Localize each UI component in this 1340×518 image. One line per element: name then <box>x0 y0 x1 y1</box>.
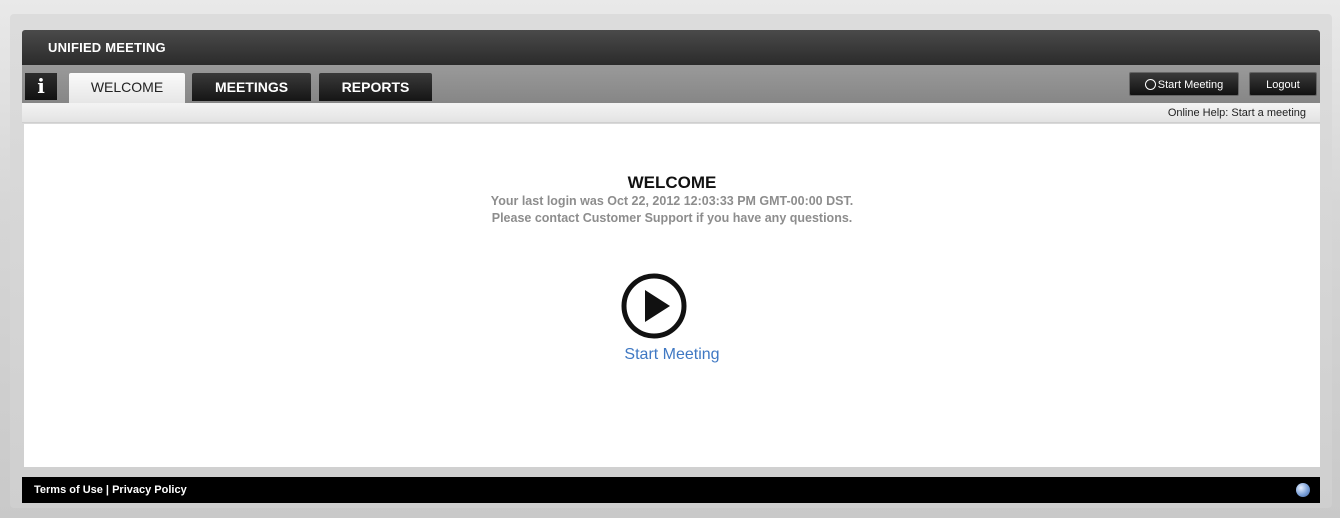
privacy-policy-link[interactable]: Privacy Policy <box>112 484 187 496</box>
play-circle-icon[interactable] <box>620 272 688 340</box>
tab-meetings-label: MEETINGS <box>214 79 289 95</box>
logout-button-label: Logout <box>1266 79 1300 91</box>
help-bar: Online Help: Start a meeting <box>22 103 1320 123</box>
welcome-heading: WELCOME <box>627 173 717 192</box>
footer-separator: | <box>102 484 113 496</box>
main-content: WELCOME Your last login was Oct 22, 2012… <box>24 124 1320 467</box>
tab-meetings[interactable]: MEETINGS <box>192 73 311 101</box>
terms-of-use-link[interactable]: Terms of Use <box>34 484 103 496</box>
online-help-link[interactable]: Online Help: Start a meeting <box>1168 107 1306 119</box>
start-meeting-button-label: Start Meeting <box>1157 79 1224 91</box>
globe-icon[interactable] <box>1296 483 1310 497</box>
start-meeting-link[interactable]: Start Meeting <box>24 346 1320 364</box>
tab-reports[interactable]: REPORTS <box>319 73 432 101</box>
app-title-bar: UNIFIED MEETING <box>22 30 1320 65</box>
last-login-text: Your last login was Oct 22, 2012 12:03:3… <box>490 194 854 208</box>
info-button[interactable]: i <box>25 73 57 100</box>
tab-welcome-label: WELCOME <box>90 79 164 95</box>
footer-bar: Terms of Use | Privacy Policy <box>22 477 1320 503</box>
info-icon: i <box>37 74 45 98</box>
start-meeting-button[interactable]: Start Meeting <box>1129 72 1239 96</box>
logout-button[interactable]: Logout <box>1249 72 1317 96</box>
record-icon <box>1144 78 1156 90</box>
tab-bar: i WELCOME MEETINGS REPORTS Start Meeting… <box>22 65 1320 103</box>
app-title: UNIFIED MEETING <box>48 40 166 55</box>
tab-reports-label: REPORTS <box>341 79 410 95</box>
support-text: Please contact Customer Support if you h… <box>491 211 853 225</box>
tab-welcome[interactable]: WELCOME <box>69 73 185 103</box>
